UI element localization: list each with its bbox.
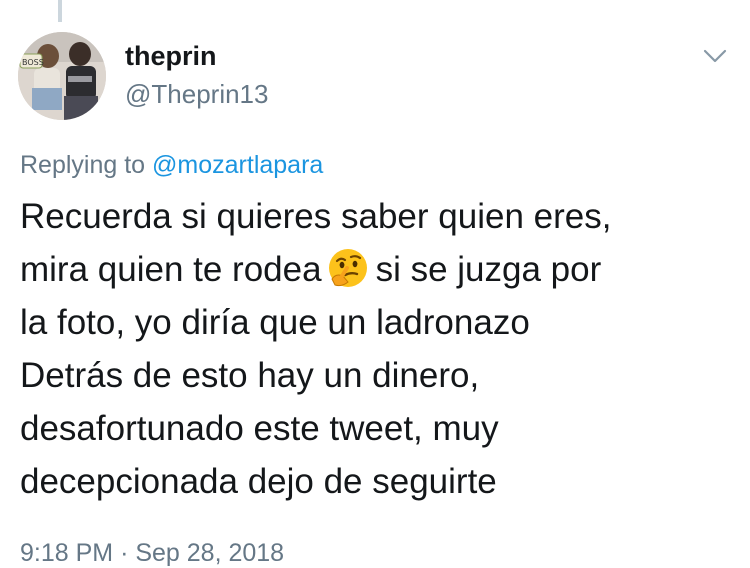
replying-to-line: Replying to @mozartlapara <box>20 150 323 180</box>
replying-to-mention-link[interactable]: @mozartlapara <box>152 151 323 179</box>
tweet-time: 9:18 PM <box>20 539 114 567</box>
thinking-face-emoji-icon <box>326 246 370 290</box>
display-name[interactable]: theprin <box>125 40 217 72</box>
thread-connector-line <box>58 0 62 22</box>
tweet-line-2-start: mira quien te rodea <box>20 250 322 289</box>
timestamp-separator: · <box>120 539 129 567</box>
user-handle[interactable]: @Theprin13 <box>125 79 268 109</box>
tweet-line-1: Recuerda si quieres saber quien eres, <box>20 197 612 236</box>
tweet-menu-button[interactable] <box>699 44 731 68</box>
tweet-timestamp[interactable]: 9:18 PM · Sep 28, 2018 <box>20 538 284 568</box>
chevron-down-icon <box>703 49 727 63</box>
tweet-line-4: Detrás de esto hay un dinero, <box>20 356 480 395</box>
tweet-date: Sep 28, 2018 <box>135 539 285 567</box>
tweet-line-2-end: si se juzga por <box>375 250 602 289</box>
tweet-line-5: desafortunado este tweet, muy <box>20 409 499 448</box>
profile-photo-avatar: BOSS <box>18 32 106 120</box>
avatar[interactable]: BOSS <box>18 32 106 120</box>
avatar-text: BOSS <box>22 58 44 67</box>
tweet-line-3: la foto, yo diría que un ladronazo <box>20 303 530 342</box>
tweet-line-6: decepcionada dejo de seguirte <box>20 462 497 501</box>
tweet-body: Recuerda si quieres saber quien eres, mi… <box>20 190 735 508</box>
tweet-line-2: mira quien te rodea si se juzga por <box>20 243 735 296</box>
replying-prefix: Replying to <box>20 151 146 179</box>
